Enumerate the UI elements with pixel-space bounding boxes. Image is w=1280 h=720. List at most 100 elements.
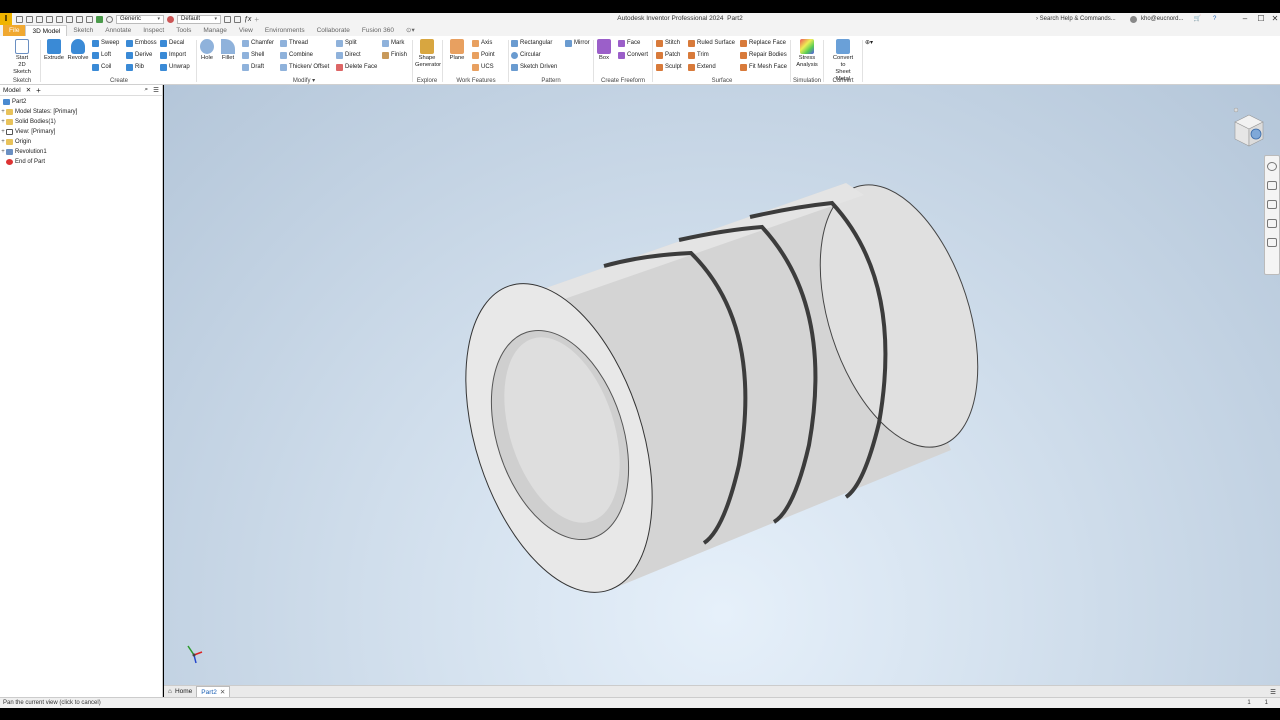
menu-icon[interactable]: ☰ (153, 86, 159, 94)
rib-button[interactable]: Rib (126, 63, 144, 72)
tab-collaborate[interactable]: Collaborate (311, 25, 356, 36)
open-icon[interactable] (26, 15, 33, 23)
draft-button[interactable]: Draft (242, 63, 264, 72)
finish-button[interactable]: Finish (382, 51, 407, 60)
chamfer-button[interactable]: Chamfer (242, 39, 274, 48)
tab-fusion-360[interactable]: Fusion 360 (356, 25, 400, 36)
search-icon[interactable]: ⌕ (145, 86, 149, 94)
zoom-icon[interactable] (1267, 200, 1277, 209)
circular-pattern-button[interactable]: Circular (511, 51, 541, 60)
shape-generator-button[interactable]: Shape Generator (415, 39, 441, 69)
ucs-button[interactable]: UCS (472, 63, 494, 72)
cart-icon[interactable]: 🛒 (1193, 14, 1200, 24)
ribbon-extra-options[interactable]: ⊕▾ (865, 39, 873, 48)
extrude-button[interactable]: Extrude (42, 39, 66, 62)
repair-bodies-button[interactable]: Repair Bodies (740, 51, 787, 60)
inventor-logo[interactable]: I (0, 13, 12, 25)
coil-button[interactable]: Coil (92, 63, 111, 72)
close-icon[interactable]: ✕ (26, 86, 31, 94)
tree-item-solid-bodies[interactable]: + Solid Bodies(1) (0, 117, 162, 127)
add-icon[interactable]: + (254, 15, 259, 24)
unwrap-button[interactable]: Unwrap (160, 63, 190, 72)
stress-analysis-button[interactable]: Stress Analysis (795, 39, 819, 69)
stitch-button[interactable]: Stitch (656, 39, 680, 48)
import-button[interactable]: Import (160, 51, 186, 60)
replace-face-button[interactable]: Replace Face (740, 39, 786, 48)
save-icon[interactable] (36, 15, 43, 23)
undo-icon[interactable] (46, 15, 53, 23)
thread-button[interactable]: Thread (280, 39, 308, 48)
sketch-driven-pattern-button[interactable]: Sketch Driven (511, 63, 557, 72)
tab-sketch[interactable]: Sketch (67, 25, 99, 36)
decal-button[interactable]: Decal (160, 39, 184, 48)
loft-button[interactable]: Loft (92, 51, 111, 60)
plane-button[interactable]: Plane (445, 39, 469, 62)
close-icon[interactable]: ✕ (220, 687, 225, 698)
convert-freeform-button[interactable]: Convert (618, 51, 648, 60)
redo-icon[interactable] (56, 15, 63, 23)
color-icon[interactable] (96, 15, 103, 23)
fx-icon[interactable]: ƒx (244, 16, 251, 23)
box-button[interactable]: Box (592, 39, 616, 62)
pan-icon[interactable] (1267, 181, 1277, 190)
mirror-button[interactable]: Mirror (565, 39, 590, 48)
add-icon[interactable]: + (36, 86, 41, 95)
tab-annotate[interactable]: Annotate (99, 25, 137, 36)
tab-home[interactable]: ⌂ Home (164, 686, 196, 697)
delete-face-button[interactable]: Delete Face (336, 63, 377, 72)
adjust-icon[interactable] (234, 15, 241, 23)
mark-button[interactable]: Mark (382, 39, 404, 48)
tree-item-origin[interactable]: + Origin (0, 137, 162, 147)
trim-button[interactable]: Trim (688, 51, 709, 60)
point-button[interactable]: Point (472, 51, 495, 60)
tab-manage[interactable]: Manage (197, 25, 233, 36)
revolve-button[interactable]: Revolve (66, 39, 90, 62)
bushing-model[interactable] (431, 165, 1008, 616)
panel-label-modify[interactable]: Modify ▾ (196, 77, 412, 84)
home-icon[interactable] (66, 15, 73, 23)
select-icon[interactable] (86, 15, 93, 23)
graphics-viewport[interactable] (164, 85, 1280, 685)
tree-item-model-states[interactable]: + Model States: [Primary] (0, 107, 162, 117)
convert-to-sheet-metal-button[interactable]: Convert to Sheet Metal (830, 39, 856, 83)
face-button[interactable]: Face (618, 39, 640, 48)
user-account[interactable]: kho@eucnord... 🛒 ? (1130, 14, 1216, 24)
viewcube-orbit-icon[interactable] (1250, 128, 1262, 140)
tree-root-part[interactable]: Part2 (0, 97, 162, 107)
extend-button[interactable]: Extend (688, 63, 716, 72)
home-view-icon[interactable] (1233, 107, 1239, 113)
split-button[interactable]: Split (336, 39, 357, 48)
sculpt-button[interactable]: Sculpt (656, 63, 682, 72)
close-button[interactable]: ✕ (1266, 13, 1280, 25)
material-dropdown[interactable]: Generic ▾ (116, 14, 164, 24)
rectangular-pattern-button[interactable]: Rectangular (511, 39, 552, 48)
ribbon-options-icon[interactable]: ⊙▾ (400, 25, 421, 36)
clear-appearance-icon[interactable] (224, 15, 231, 23)
start-2d-sketch-button[interactable]: Start 2D Sketch (10, 39, 34, 76)
appearance-dropdown[interactable]: Default ▾ (177, 14, 221, 24)
axis-button[interactable]: Axis (472, 39, 492, 48)
browser-tab-model[interactable]: Model (3, 87, 21, 94)
new-icon[interactable] (16, 15, 23, 23)
help-icon[interactable]: ? (1213, 14, 1216, 24)
tab-environments[interactable]: Environments (259, 25, 311, 36)
look-at-icon[interactable] (1267, 238, 1277, 247)
fillet-button[interactable]: Fillet (216, 39, 240, 62)
tab-part2[interactable]: Part2 ✕ (196, 686, 231, 698)
shell-button[interactable]: Shell (242, 51, 264, 60)
orbit-icon[interactable] (1267, 219, 1277, 228)
steering-wheel-icon[interactable] (1267, 162, 1277, 171)
derive-button[interactable]: Derive (126, 51, 152, 60)
tab-view[interactable]: View (233, 25, 259, 36)
thicken-offset-button[interactable]: Thicken/ Offset (280, 63, 329, 72)
tab-inspect[interactable]: Inspect (137, 25, 170, 36)
tab-file[interactable]: File (3, 25, 26, 36)
tree-item-end-of-part[interactable]: End of Part (0, 157, 162, 167)
tab-tools[interactable]: Tools (170, 25, 197, 36)
sweep-button[interactable]: Sweep (92, 39, 119, 48)
tree-item-view[interactable]: + View: [Primary] (0, 127, 162, 137)
patch-button[interactable]: Patch (656, 51, 680, 60)
tab-3d-model[interactable]: 3D Model (25, 25, 68, 36)
ruled-surface-button[interactable]: Ruled Surface (688, 39, 735, 48)
combine-button[interactable]: Combine (280, 51, 313, 60)
